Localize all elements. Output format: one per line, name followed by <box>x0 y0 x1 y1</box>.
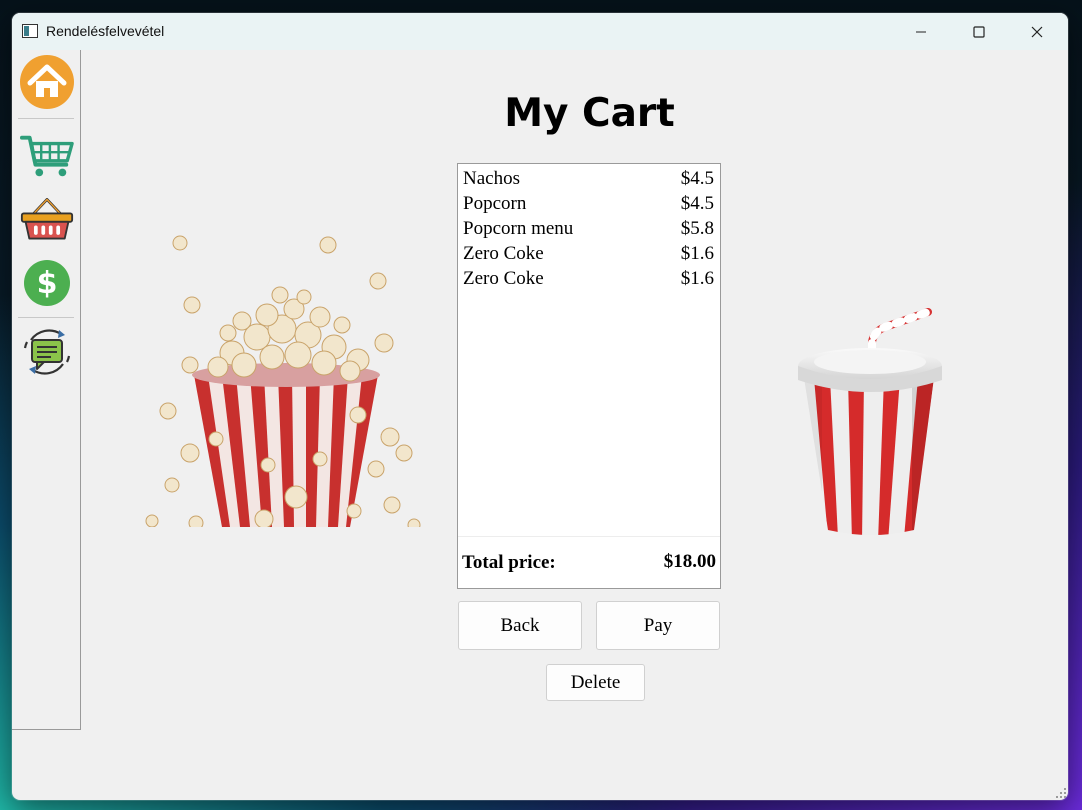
maximize-icon <box>973 25 985 38</box>
total-price-value: $18.00 <box>663 551 716 572</box>
minimize-button[interactable] <box>892 13 950 50</box>
svg-text:$: $ <box>37 266 58 301</box>
app-icon <box>22 24 38 38</box>
maximize-button[interactable] <box>950 13 1008 50</box>
title-bar: Rendelésfelvevétel <box>12 13 1068 50</box>
cart-item-name: Nachos <box>463 168 520 189</box>
sidebar-item-basket[interactable] <box>20 192 74 246</box>
minimize-icon <box>916 31 926 32</box>
cart-item[interactable]: Nachos $4.5 <box>463 166 714 191</box>
cart-item-name: Popcorn <box>463 193 527 214</box>
total-price-label: Total price: <box>462 552 556 573</box>
cart-item-price: $1.6 <box>680 243 714 264</box>
cart-item[interactable]: Zero Coke $1.6 <box>463 266 714 291</box>
cart-item[interactable]: Zero Coke $1.6 <box>463 241 714 266</box>
sidebar-separator <box>18 317 74 318</box>
feedback-chat-icon <box>23 329 71 375</box>
sidebar-item-home[interactable] <box>20 55 74 109</box>
cart-item-name: Popcorn menu <box>463 218 574 239</box>
window-title: Rendelésfelvevétel <box>46 23 165 39</box>
dollar-icon: $ <box>24 260 70 306</box>
back-button[interactable]: Back <box>458 601 582 650</box>
close-button[interactable] <box>1008 13 1066 50</box>
cart-item-price: $1.6 <box>680 268 714 289</box>
sidebar-item-payment[interactable]: $ <box>20 256 74 310</box>
sidebar: $ <box>12 50 81 730</box>
cart-list[interactable]: Nachos $4.5 Popcorn $4.5 Popcorn menu $5… <box>457 163 721 589</box>
delete-button[interactable]: Delete <box>546 664 645 701</box>
cart-item-name: Zero Coke <box>463 268 544 289</box>
sidebar-item-feedback[interactable] <box>20 325 74 379</box>
basket-icon <box>20 198 74 240</box>
cart-item[interactable]: Popcorn menu $5.8 <box>463 216 714 241</box>
home-icon <box>20 55 74 109</box>
cart-item-price: $5.8 <box>680 218 714 239</box>
popcorn-image <box>145 235 421 527</box>
pay-button[interactable]: Pay <box>596 601 720 650</box>
cart-item-name: Zero Coke <box>463 243 544 264</box>
cart-item-price: $4.5 <box>680 193 714 214</box>
app-window: Rendelésfelvevétel $ My Cart Nachos $4.5… <box>12 13 1068 800</box>
resize-grip-icon[interactable] <box>1056 788 1066 798</box>
shopping-cart-icon <box>20 135 74 177</box>
total-divider <box>458 536 720 537</box>
sidebar-separator <box>18 118 74 119</box>
page-title: My Cart <box>504 91 675 136</box>
soda-cup-image <box>798 308 942 535</box>
sidebar-item-cart[interactable] <box>20 130 74 184</box>
close-icon <box>1031 26 1043 37</box>
cart-item-price: $4.5 <box>680 168 714 189</box>
cart-item[interactable]: Popcorn $4.5 <box>463 191 714 216</box>
